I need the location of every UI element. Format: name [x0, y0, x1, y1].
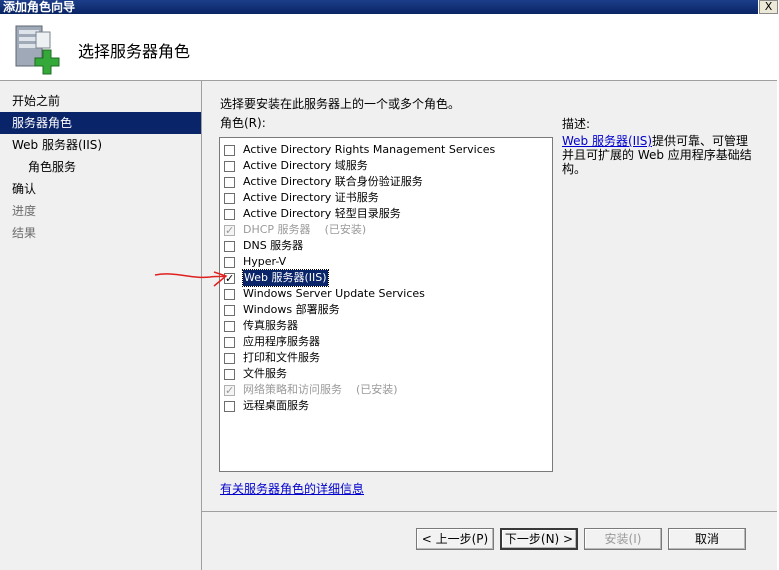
footer-divider: [202, 511, 777, 512]
role-checkbox[interactable]: [224, 336, 235, 348]
role-item[interactable]: DHCP 服务器 (已安装): [220, 222, 552, 239]
instruction-text: 选择要安装在此服务器上的一个或多个角色。: [220, 97, 461, 111]
description-body: Web 服务器(IIS)提供可靠、可管理并且可扩展的 Web 应用程序基础结构。: [562, 134, 758, 176]
nav-item-before-you-begin[interactable]: 开始之前: [0, 90, 201, 112]
role-name: 网络策略和访问服务: [243, 383, 342, 396]
role-checkbox[interactable]: [224, 160, 235, 172]
role-checkbox[interactable]: [224, 304, 235, 316]
installed-note: (已安装): [324, 223, 367, 236]
previous-button[interactable]: < 上一步(P): [416, 528, 494, 550]
page-title: 选择服务器角色: [78, 42, 191, 61]
close-button[interactable]: X: [759, 0, 778, 14]
role-item[interactable]: Active Directory 证书服务: [220, 190, 552, 206]
role-item[interactable]: 传真服务器: [220, 318, 552, 334]
role-item[interactable]: DNS 服务器: [220, 238, 552, 254]
wizard-header: 选择服务器角色: [0, 14, 777, 81]
role-checkbox[interactable]: [224, 256, 235, 268]
role-item[interactable]: Active Directory 联合身份验证服务: [220, 174, 552, 190]
role-item[interactable]: 远程桌面服务: [220, 398, 552, 414]
role-checkbox[interactable]: [224, 320, 235, 332]
role-checkbox[interactable]: [224, 352, 235, 364]
role-name: 传真服务器: [243, 319, 298, 332]
role-checkbox[interactable]: [224, 144, 235, 156]
role-name: DNS 服务器: [243, 239, 304, 252]
role-name: 应用程序服务器: [243, 335, 320, 348]
role-checkbox[interactable]: [224, 240, 235, 252]
role-item[interactable]: 文件服务: [220, 366, 552, 382]
wizard-nav: 开始之前 服务器角色 Web 服务器(IIS) 角色服务 确认 进度 结果: [0, 81, 202, 570]
role-name: Active Directory 证书服务: [243, 191, 379, 204]
role-name: Active Directory 轻型目录服务: [243, 207, 401, 220]
role-name: Windows Server Update Services: [243, 287, 425, 300]
role-name: 打印和文件服务: [243, 351, 320, 364]
role-name: Windows 部署服务: [243, 303, 340, 316]
role-item[interactable]: Active Directory 域服务: [220, 158, 552, 174]
role-item[interactable]: Windows Server Update Services: [220, 286, 552, 302]
roles-label: 角色(R):: [220, 116, 266, 130]
roles-list[interactable]: Active Directory Rights Management Servi…: [219, 137, 553, 472]
role-checkbox[interactable]: [224, 400, 235, 412]
role-name: Web 服务器(IIS): [242, 269, 329, 287]
nav-item-results: 结果: [12, 226, 37, 240]
role-checkbox[interactable]: [224, 176, 235, 188]
role-name: Active Directory 联合身份验证服务: [243, 175, 423, 188]
role-checkbox[interactable]: [224, 208, 235, 220]
role-name: DHCP 服务器: [243, 223, 311, 236]
wizard-content: 选择要安装在此服务器上的一个或多个角色。 角色(R): Active Direc…: [202, 81, 777, 570]
role-item[interactable]: Active Directory 轻型目录服务: [220, 206, 552, 222]
role-checkbox: [224, 383, 235, 399]
nav-item-role-services[interactable]: 角色服务: [0, 156, 201, 178]
role-name: 文件服务: [243, 367, 287, 380]
next-button[interactable]: 下一步(N) >: [500, 528, 578, 550]
nav-item-web-server[interactable]: Web 服务器(IIS): [0, 134, 201, 156]
role-item[interactable]: Hyper-V: [220, 254, 552, 270]
nav-item-progress: 进度: [12, 204, 37, 218]
description-link[interactable]: Web 服务器(IIS): [562, 134, 652, 148]
window-title: 添加角色向导: [0, 0, 758, 14]
role-name: 远程桌面服务: [243, 399, 309, 412]
role-item[interactable]: Web 服务器(IIS): [220, 269, 552, 287]
nav-item-confirmation[interactable]: 确认: [0, 178, 201, 200]
role-item[interactable]: 应用程序服务器: [220, 334, 552, 350]
install-button[interactable]: 安装(I): [584, 528, 662, 550]
role-item[interactable]: Windows 部署服务: [220, 302, 552, 318]
role-name: Active Directory 域服务: [243, 159, 368, 172]
server-add-icon: [15, 25, 60, 75]
nav-item-server-roles[interactable]: 服务器角色: [0, 112, 201, 134]
role-item[interactable]: 网络策略和访问服务 (已安装): [220, 382, 552, 399]
role-item[interactable]: 打印和文件服务: [220, 350, 552, 366]
role-checkbox: [224, 223, 235, 239]
installed-note: (已安装): [356, 383, 398, 396]
more-info-link[interactable]: 有关服务器角色的详细信息: [220, 480, 364, 497]
role-name: Active Directory Rights Management Servi…: [243, 143, 496, 156]
cancel-button[interactable]: 取消: [668, 528, 746, 550]
role-name: Hyper-V: [243, 255, 287, 268]
red-arrow-annotation: [154, 271, 228, 287]
role-checkbox[interactable]: [224, 192, 235, 204]
role-checkbox[interactable]: [224, 368, 235, 380]
description-label: 描述:: [562, 117, 591, 131]
role-item[interactable]: Active Directory Rights Management Servi…: [220, 142, 552, 158]
